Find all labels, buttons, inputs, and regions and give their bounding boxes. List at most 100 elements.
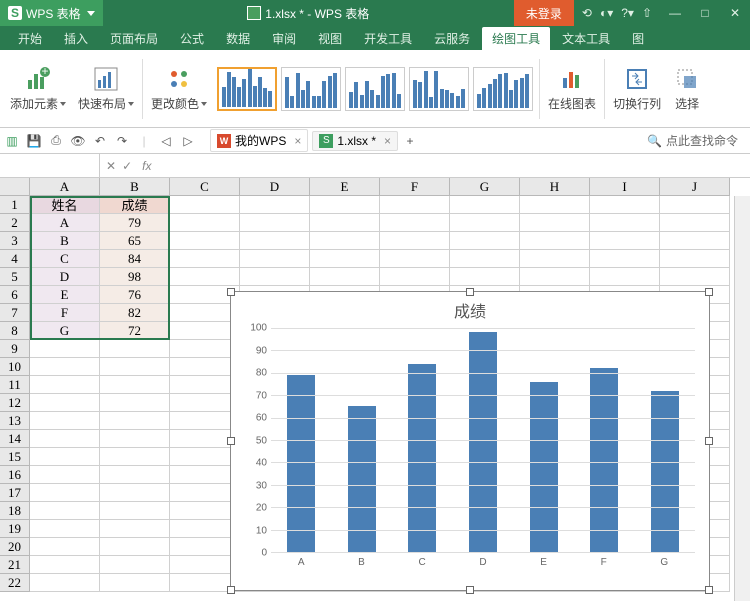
cell[interactable] xyxy=(170,214,240,232)
row-header[interactable]: 20 xyxy=(0,538,30,556)
cell[interactable] xyxy=(170,268,240,286)
fx-icon[interactable]: fx xyxy=(138,159,155,173)
col-header[interactable]: J xyxy=(660,178,730,196)
cell[interactable]: 成绩 xyxy=(100,196,170,214)
tab-6[interactable]: 视图 xyxy=(308,27,352,50)
cell[interactable] xyxy=(170,250,240,268)
cell[interactable]: 76 xyxy=(100,286,170,304)
cell[interactable] xyxy=(100,574,170,592)
cell[interactable] xyxy=(30,466,100,484)
cell[interactable] xyxy=(590,268,660,286)
row-header[interactable]: 19 xyxy=(0,520,30,538)
undo-icon[interactable]: ↶ xyxy=(92,133,108,149)
cell[interactable] xyxy=(520,268,590,286)
row-header[interactable]: 7 xyxy=(0,304,30,322)
cell[interactable] xyxy=(380,232,450,250)
cell[interactable] xyxy=(520,214,590,232)
row-headers[interactable]: 12345678910111213141516171819202122 xyxy=(0,196,30,592)
cell[interactable] xyxy=(450,232,520,250)
row-header[interactable]: 13 xyxy=(0,412,30,430)
col-header[interactable]: D xyxy=(240,178,310,196)
resize-handle[interactable] xyxy=(705,437,713,445)
cell[interactable]: E xyxy=(30,286,100,304)
cell[interactable] xyxy=(520,250,590,268)
row-header[interactable]: 6 xyxy=(0,286,30,304)
col-header[interactable]: E xyxy=(310,178,380,196)
cell[interactable] xyxy=(590,214,660,232)
col-header[interactable]: G xyxy=(450,178,520,196)
chart-bar[interactable] xyxy=(408,364,436,552)
row-header[interactable]: 2 xyxy=(0,214,30,232)
add-tab-icon[interactable]: + xyxy=(402,133,418,149)
cell[interactable] xyxy=(380,196,450,214)
col-header[interactable]: H xyxy=(520,178,590,196)
tab-mywps[interactable]: W 我的WPS × xyxy=(210,129,308,152)
cell[interactable] xyxy=(30,556,100,574)
cell[interactable] xyxy=(380,250,450,268)
row-header[interactable]: 3 xyxy=(0,232,30,250)
row-header[interactable]: 5 xyxy=(0,268,30,286)
cell[interactable] xyxy=(170,196,240,214)
online-chart-button[interactable]: 在线图表 xyxy=(542,54,602,124)
skin-icon[interactable]: ◐▾ xyxy=(600,6,613,20)
cell[interactable] xyxy=(520,232,590,250)
back-icon[interactable]: ◁ xyxy=(158,133,174,149)
cell[interactable] xyxy=(100,412,170,430)
cell[interactable] xyxy=(100,538,170,556)
cell[interactable] xyxy=(310,232,380,250)
cell[interactable] xyxy=(30,574,100,592)
chart-style-3[interactable] xyxy=(345,67,405,111)
maximize-button[interactable]: □ xyxy=(690,0,720,26)
chart-object[interactable]: 成绩 0102030405060708090100 ABCDEFG xyxy=(230,291,710,591)
cell[interactable] xyxy=(450,268,520,286)
tab-8[interactable]: 云服务 xyxy=(424,27,480,50)
vertical-scrollbar[interactable] xyxy=(734,196,750,601)
tab-10[interactable]: 文本工具 xyxy=(552,27,620,50)
cell[interactable]: 98 xyxy=(100,268,170,286)
cell[interactable] xyxy=(310,250,380,268)
cell[interactable] xyxy=(30,502,100,520)
cell[interactable]: 79 xyxy=(100,214,170,232)
cell[interactable] xyxy=(30,412,100,430)
switch-row-col-button[interactable]: 切换行列 xyxy=(607,54,667,124)
cell[interactable]: 82 xyxy=(100,304,170,322)
cell[interactable] xyxy=(30,430,100,448)
cell[interactable] xyxy=(100,358,170,376)
resize-handle[interactable] xyxy=(227,586,235,594)
cell[interactable]: A xyxy=(30,214,100,232)
row-header[interactable]: 17 xyxy=(0,484,30,502)
tab-9[interactable]: 绘图工具 xyxy=(482,27,550,50)
cell[interactable] xyxy=(100,394,170,412)
cell[interactable] xyxy=(660,232,730,250)
cell[interactable] xyxy=(590,250,660,268)
chart-bar[interactable] xyxy=(287,375,315,552)
change-color-button[interactable]: 更改颜色 xyxy=(145,54,213,124)
tab-7[interactable]: 开发工具 xyxy=(354,27,422,50)
chart-title[interactable]: 成绩 xyxy=(231,292,709,328)
cell[interactable] xyxy=(100,376,170,394)
row-header[interactable]: 8 xyxy=(0,322,30,340)
col-header[interactable]: B xyxy=(100,178,170,196)
row-header[interactable]: 1 xyxy=(0,196,30,214)
cell[interactable] xyxy=(590,232,660,250)
select-button[interactable]: 选择 xyxy=(667,54,707,124)
chart-bar[interactable] xyxy=(469,332,497,552)
save-icon[interactable]: 💾 xyxy=(26,133,42,149)
cell[interactable] xyxy=(30,340,100,358)
cell[interactable] xyxy=(590,196,660,214)
confirm-fx-icon[interactable]: ✓ xyxy=(122,159,132,173)
cell[interactable]: 84 xyxy=(100,250,170,268)
cell[interactable] xyxy=(100,340,170,358)
resize-handle[interactable] xyxy=(705,288,713,296)
cell[interactable] xyxy=(100,502,170,520)
cell[interactable] xyxy=(100,556,170,574)
cell[interactable] xyxy=(240,196,310,214)
row-header[interactable]: 18 xyxy=(0,502,30,520)
cell[interactable] xyxy=(380,268,450,286)
add-element-button[interactable]: + 添加元素 xyxy=(4,54,72,124)
chart-style-5[interactable] xyxy=(473,67,533,111)
cell[interactable] xyxy=(100,484,170,502)
name-box[interactable] xyxy=(0,154,100,178)
tab-4[interactable]: 数据 xyxy=(216,27,260,50)
cell[interactable]: 姓名 xyxy=(30,196,100,214)
